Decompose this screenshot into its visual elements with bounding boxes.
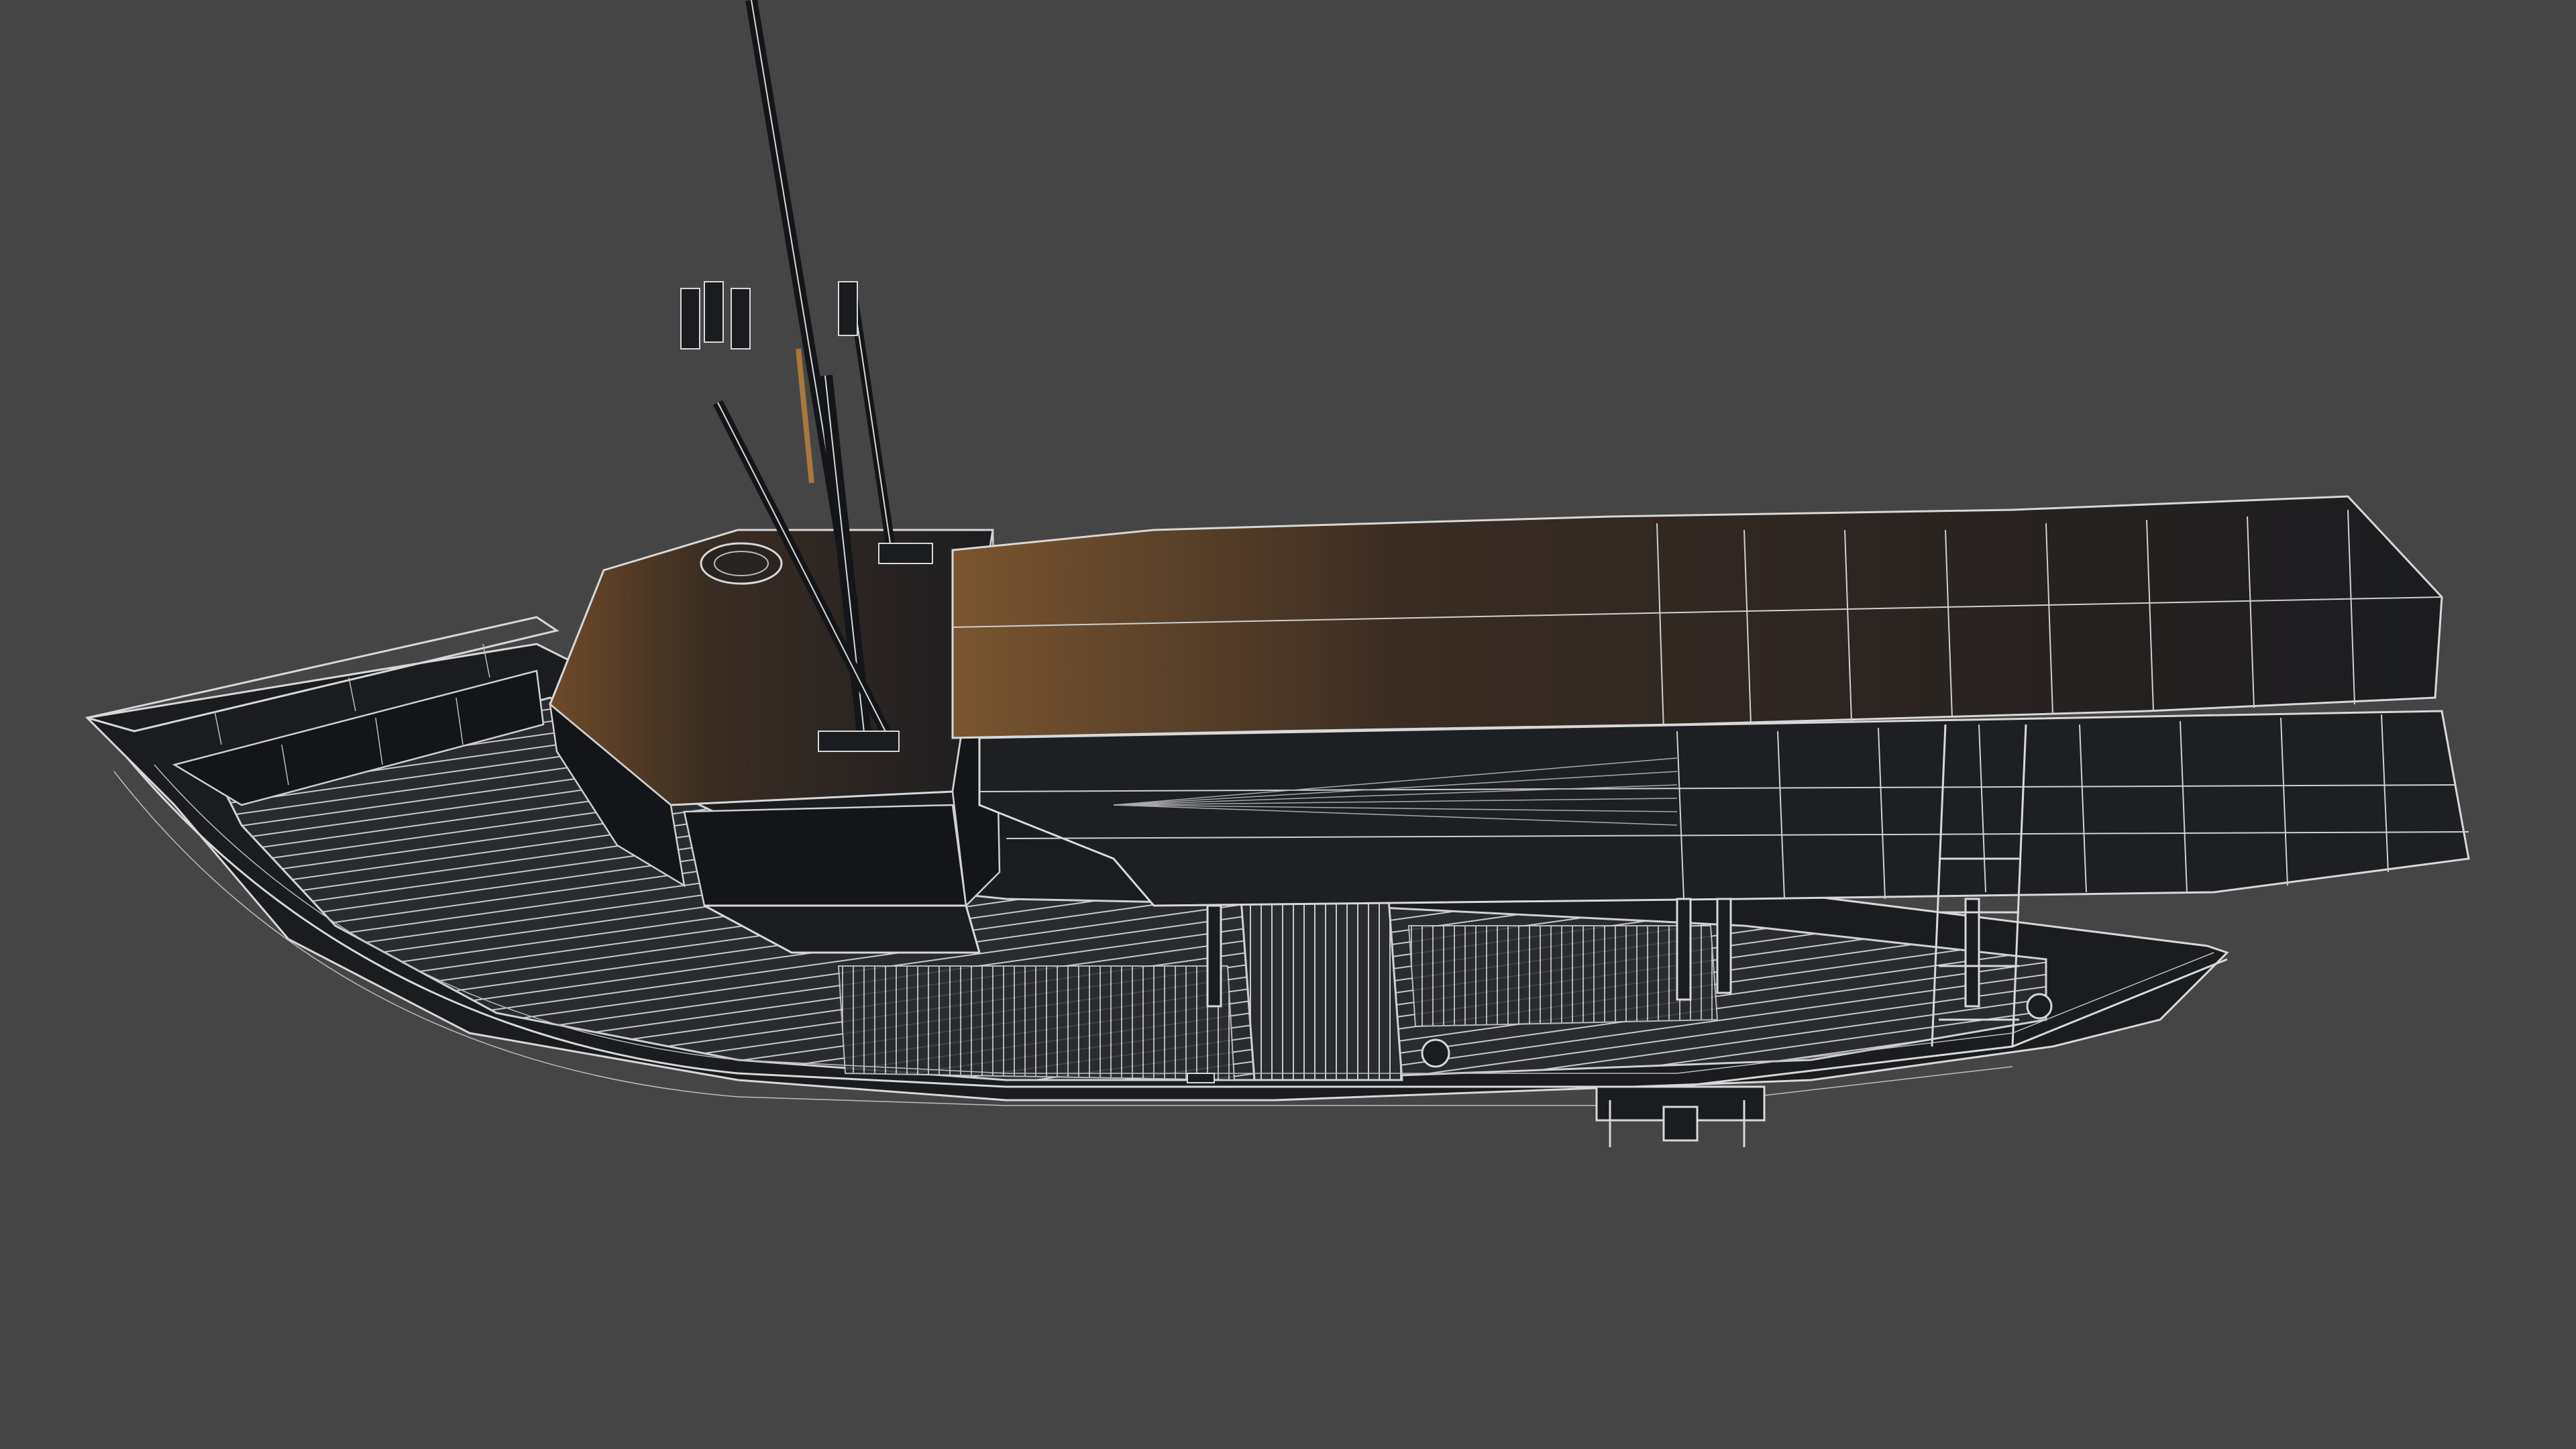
winch — [2026, 993, 2053, 1020]
boat-wireframe-render — [85, 0, 2470, 1147]
render-viewport — [0, 0, 2576, 1449]
roof-hatch — [700, 542, 783, 585]
deck-panel-right — [1407, 925, 1719, 1028]
canopy-roof-upper — [951, 495, 2443, 739]
deck-hatch — [1240, 898, 1403, 1081]
cleat — [1187, 1073, 1215, 1083]
outboard-bracket — [1595, 1085, 1766, 1147]
winch — [1421, 1038, 1450, 1068]
deck-panel-left — [837, 965, 1236, 1081]
cabin-front — [683, 804, 967, 907]
